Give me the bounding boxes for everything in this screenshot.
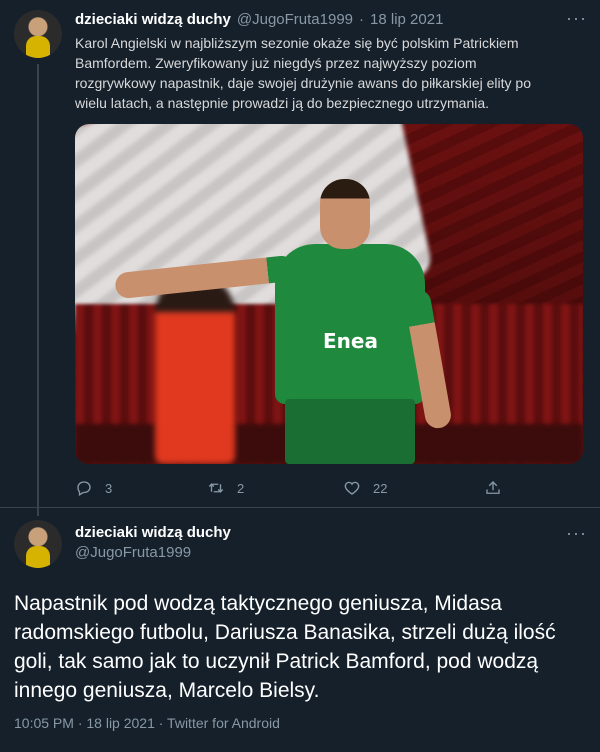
handle[interactable]: @JugoFruta1999 — [237, 11, 353, 28]
background-player — [155, 274, 235, 464]
player-head — [320, 179, 370, 249]
tweet-date[interactable]: 18 lip 2021 — [370, 11, 443, 28]
reply-button[interactable]: 3 — [75, 479, 112, 497]
retweet-button[interactable]: 2 — [207, 479, 244, 497]
jersey-sponsor: Enea — [323, 329, 378, 353]
reply-icon — [77, 481, 91, 496]
like-button[interactable]: 22 — [343, 479, 387, 497]
tweet-meta[interactable]: 10:05 PM · 18 lip 2021 · Twitter for And… — [14, 715, 280, 731]
player-figure: Enea — [114, 179, 475, 464]
tweet-divider — [0, 507, 600, 508]
separator: · — [359, 11, 365, 28]
avatar[interactable] — [14, 520, 62, 568]
tweet-text: Karol Angielski w najbliższym sezonie ok… — [75, 35, 531, 111]
thread-line — [37, 64, 39, 516]
like-icon — [344, 481, 360, 495]
tweet-header: dzieciaki widzą duchy @JugoFruta1999 · 1… — [75, 11, 443, 28]
tweet-actions: 3 2 22 — [75, 479, 505, 499]
retweet-icon — [208, 483, 224, 493]
tweet-media-image[interactable]: Enea — [75, 124, 583, 464]
share-icon — [486, 481, 500, 494]
display-name[interactable]: dzieciaki widzą duchy — [75, 11, 231, 28]
player-jersey — [275, 244, 425, 404]
retweet-count: 2 — [237, 480, 245, 496]
more-options-button[interactable]: ··· — [566, 523, 587, 544]
like-count: 22 — [373, 480, 388, 496]
avatar[interactable] — [14, 10, 62, 58]
display-name[interactable]: dzieciaki widzą duchy — [75, 524, 231, 541]
tweet-text: Napastnik pod wodzą taktycznego geniusza… — [14, 592, 556, 702]
more-options-button[interactable]: ··· — [566, 8, 587, 29]
handle[interactable]: @JugoFruta1999 — [75, 544, 191, 561]
reply-count: 3 — [105, 480, 113, 496]
share-button[interactable] — [484, 479, 502, 497]
player-shorts — [285, 399, 415, 464]
